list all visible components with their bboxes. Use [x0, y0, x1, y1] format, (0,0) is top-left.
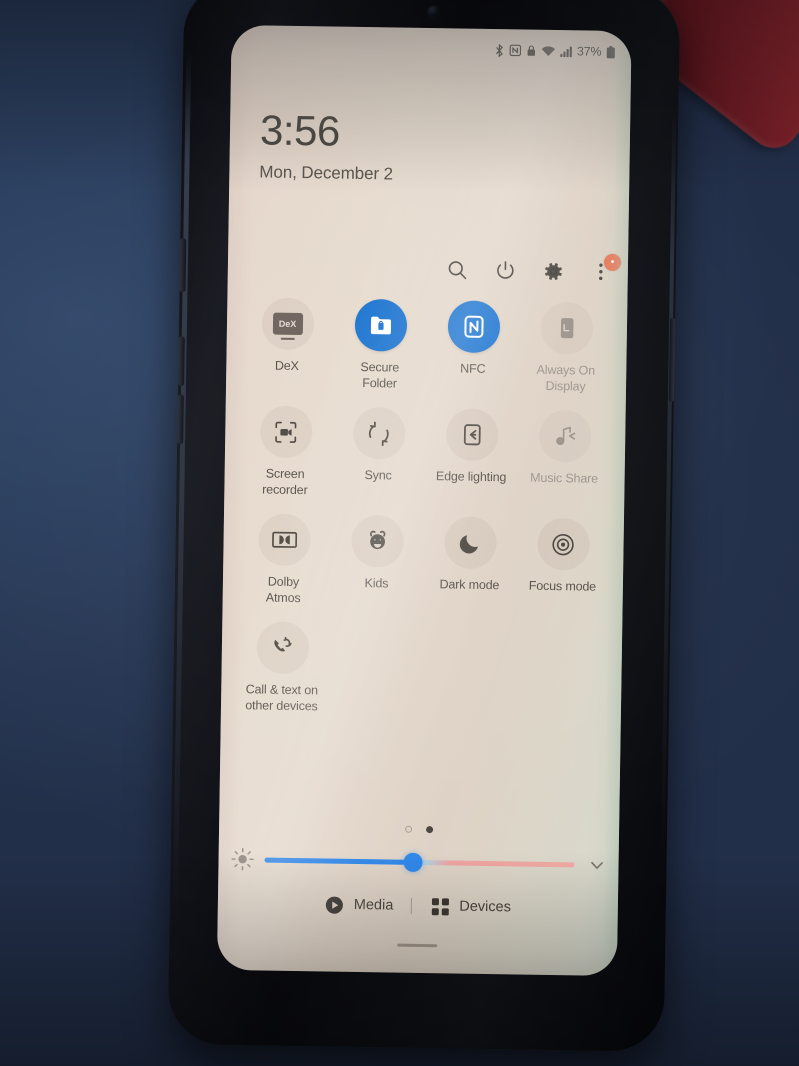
tile-edge-lighting[interactable]: Edge lighting	[424, 408, 518, 501]
phone-frame-highlight-left	[172, 50, 192, 921]
dex-badge-label: DeX	[272, 312, 303, 336]
brightness-slider-fill	[264, 857, 414, 865]
bluetooth-icon	[494, 43, 504, 57]
page-dot-1[interactable]	[405, 825, 413, 833]
music-share-icon	[538, 409, 592, 463]
tile-secure-folder[interactable]: Secure Folder	[333, 298, 427, 392]
kids-icon	[350, 514, 404, 568]
tile-dark-mode[interactable]: Dark mode	[423, 516, 517, 609]
tile-label-kids: Kids	[364, 576, 389, 591]
bixby-button[interactable]	[179, 238, 187, 293]
more-options-icon[interactable]: •	[588, 253, 622, 285]
tile-kids[interactable]: Kids	[330, 514, 424, 608]
status-bar: 37%	[494, 43, 616, 59]
dark-mode-icon	[443, 516, 497, 570]
always-on-display-icon	[540, 301, 593, 355]
devices-label: Devices	[459, 898, 512, 916]
secure-folder-icon	[354, 298, 407, 352]
grid-dots-icon	[430, 896, 450, 916]
page-indicator	[219, 823, 619, 836]
photograph-of-phone: 37% 3:56 Mon, December 2 • DeX DeX Secur…	[0, 0, 799, 1066]
wifi-icon	[541, 45, 555, 56]
dolby-atmos-icon	[257, 513, 311, 567]
tile-call-text-other-devices[interactable]: Call & text on other devices	[235, 621, 329, 714]
tile-label-edge-lighting: Edge lighting	[435, 469, 507, 485]
power-button[interactable]	[668, 317, 676, 402]
tile-label-focus-mode: Focus mode	[528, 578, 597, 594]
brightness-slider-thumb[interactable]	[403, 852, 424, 872]
tile-label-screen-recorder: Screen recorder	[262, 466, 308, 497]
tile-dex[interactable]: DeX DeX	[240, 297, 334, 390]
tile-focus-mode[interactable]: Focus mode	[516, 517, 610, 610]
quick-settings-actions: •	[444, 253, 622, 285]
bottom-bar-divider	[411, 897, 413, 914]
media-label: Media	[353, 896, 394, 914]
brightness-row	[230, 847, 608, 877]
clock-time: 3:56	[259, 106, 341, 155]
clock-date: Mon, December 2	[259, 162, 394, 184]
phone-screen: 37% 3:56 Mon, December 2 • DeX DeX Secur…	[216, 24, 632, 977]
battery-percent-text: 37%	[576, 44, 602, 59]
tile-music-share[interactable]: Music Share	[517, 409, 611, 502]
devices-button[interactable]: Devices	[430, 896, 511, 917]
brightness-slider[interactable]	[264, 849, 575, 876]
tile-label-always-on-display: Always On Display	[536, 362, 596, 394]
chevron-down-icon[interactable]	[584, 853, 608, 877]
nfc-icon	[509, 44, 521, 57]
nfc-icon	[447, 300, 500, 354]
tile-nfc[interactable]: NFC	[426, 300, 520, 393]
focus-mode-icon	[536, 517, 590, 571]
battery-icon	[606, 45, 615, 58]
tile-label-secure-folder: Secure Folder	[360, 359, 400, 391]
call-sync-icon	[256, 621, 309, 675]
tile-label-sync: Sync	[364, 468, 392, 483]
phone-frame-highlight-right	[660, 107, 677, 868]
screen-recorder-icon	[259, 405, 313, 459]
tile-label-dark-mode: Dark mode	[439, 577, 500, 593]
play-circle-icon	[325, 894, 345, 914]
sync-icon	[352, 406, 406, 460]
quick-settings-tile-grid: DeX DeX Secure Folder NFC Always On Disp…	[235, 297, 613, 719]
tile-label-dex: DeX	[274, 358, 299, 374]
brightness-icon	[230, 847, 254, 871]
phone-device: 37% 3:56 Mon, December 2 • DeX DeX Secur…	[167, 0, 681, 1052]
page-dot-2[interactable]	[426, 826, 434, 834]
notification-badge: •	[603, 253, 622, 272]
dex-icon: DeX	[261, 297, 314, 351]
signal-icon	[559, 46, 572, 57]
front-camera-lens	[427, 6, 440, 18]
tile-label-music-share: Music Share	[530, 470, 599, 486]
power-icon[interactable]	[492, 257, 518, 283]
bottom-bar: Media Devices	[218, 893, 618, 919]
gear-icon[interactable]	[540, 258, 566, 284]
edge-lighting-icon	[445, 408, 499, 462]
clock-block[interactable]: 3:56 Mon, December 2	[259, 106, 394, 184]
tile-screen-recorder[interactable]: Screen recorder	[238, 405, 332, 498]
tile-always-on-display[interactable]: Always On Display	[519, 301, 613, 394]
media-button[interactable]: Media	[325, 894, 394, 915]
volume-down-button[interactable]	[177, 394, 184, 445]
tile-sync[interactable]: Sync	[331, 406, 425, 500]
tile-dolby-atmos[interactable]: Dolby Atmos	[237, 513, 331, 606]
search-icon[interactable]	[444, 256, 470, 282]
volume-up-button[interactable]	[178, 336, 185, 387]
navigation-handle[interactable]	[397, 943, 438, 948]
tile-label-nfc: NFC	[460, 361, 486, 376]
tile-label-call-text-other-devices: Call & text on other devices	[245, 682, 318, 713]
tile-label-dolby-atmos: Dolby Atmos	[265, 574, 301, 605]
lock-icon	[526, 45, 536, 57]
